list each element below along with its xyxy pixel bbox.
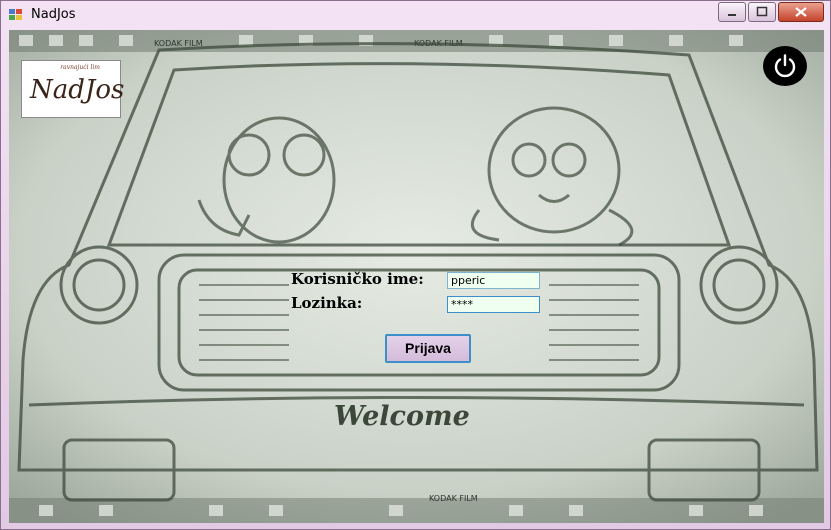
title-bar[interactable]: NadJos (1, 1, 830, 29)
minimize-icon (728, 14, 736, 16)
app-window: NadJos KODAK FILM KODAK FILM KODAK FILM … (0, 0, 831, 530)
password-label: Lozinka: (291, 294, 363, 312)
minimize-button[interactable] (718, 2, 746, 22)
client-area: KODAK FILM KODAK FILM KODAK FILM Welcome… (9, 30, 824, 523)
logo: ravnajući lim NadJos (21, 60, 125, 118)
logo-subtitle: ravnajući lim (60, 64, 100, 71)
maximize-icon (756, 6, 768, 17)
power-button[interactable] (763, 46, 807, 86)
welcome-plate: Welcome (334, 401, 470, 432)
maximize-button[interactable] (748, 2, 776, 22)
power-icon (774, 54, 796, 78)
window-title: NadJos (31, 7, 76, 22)
close-icon (795, 7, 807, 17)
app-icon (9, 9, 22, 20)
close-button[interactable] (778, 2, 824, 22)
svg-text:KODAK FILM: KODAK FILM (429, 494, 478, 503)
username-label: Korisničko ime: (291, 270, 424, 288)
logo-text: NadJos (30, 75, 125, 105)
password-field[interactable] (447, 296, 540, 313)
login-button[interactable]: Prijava (385, 334, 471, 363)
username-field[interactable] (447, 272, 540, 289)
